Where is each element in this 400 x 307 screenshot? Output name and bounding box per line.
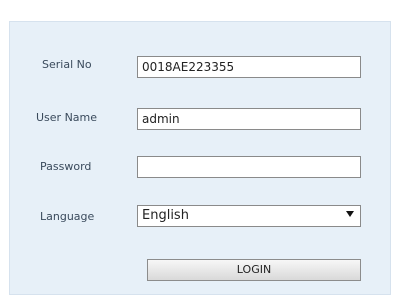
user-name-label: User Name <box>36 111 98 124</box>
serial-no-field[interactable] <box>137 56 361 78</box>
password-label: Password <box>40 160 92 173</box>
language-select[interactable]: English <box>137 205 361 227</box>
serial-no-label: Serial No <box>42 58 92 71</box>
chevron-down-icon <box>346 211 354 217</box>
language-selected-value: English <box>142 208 189 223</box>
password-field[interactable] <box>137 156 361 178</box>
language-label: Language <box>40 210 95 223</box>
user-name-field[interactable] <box>137 108 361 130</box>
login-button[interactable]: LOGIN <box>147 259 361 281</box>
